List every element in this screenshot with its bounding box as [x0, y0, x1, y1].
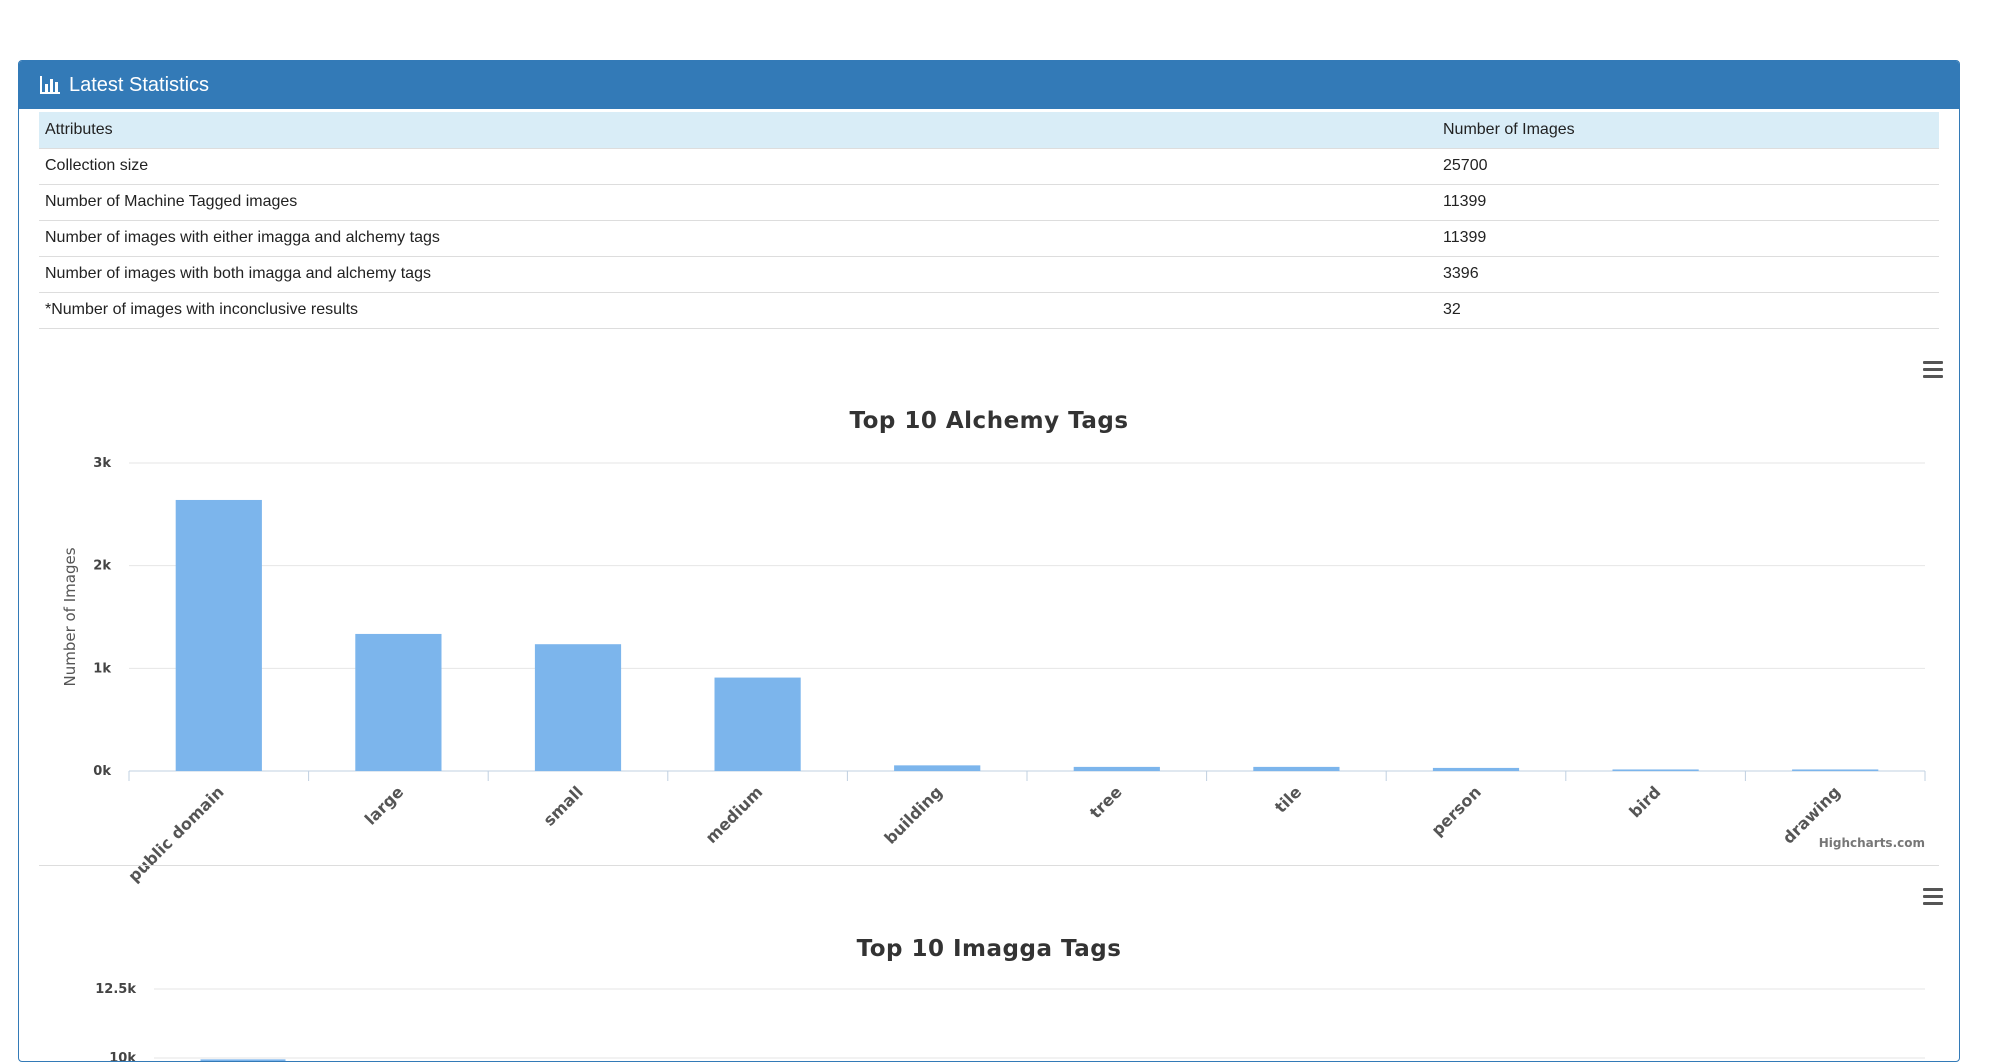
- y-tick-label: 10k: [109, 1051, 136, 1061]
- bar: [200, 1059, 286, 1061]
- y-tick-label: 12.5k: [95, 982, 136, 997]
- statistics-panel: Latest Statistics Attributes Number of I…: [18, 60, 1960, 1062]
- imagga-tags-chart: 10k 12.5k: [95, 982, 1925, 1061]
